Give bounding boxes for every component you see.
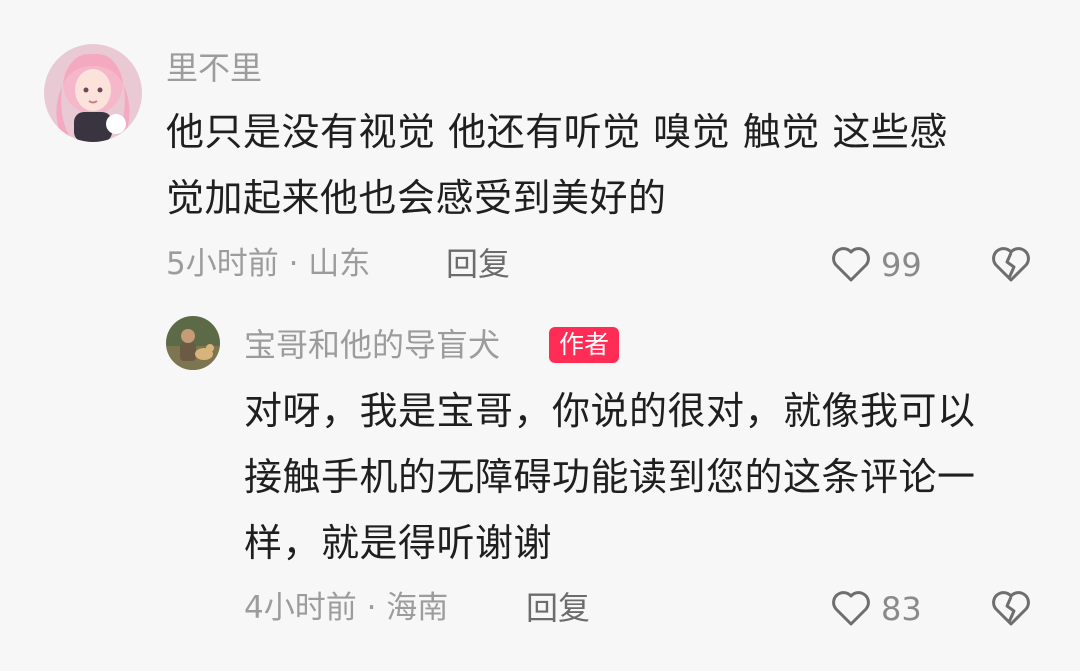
- like-count: 83: [881, 590, 922, 628]
- comment-text-line: 觉加起来他也会感受到美好的: [166, 176, 667, 220]
- comment-text: 他只是没有视觉 他还有听觉 嗅觉 触觉 这些感 觉加起来他也会感受到美好的: [166, 99, 1046, 231]
- author-avatar[interactable]: [166, 316, 220, 370]
- user-avatar[interactable]: [44, 44, 142, 142]
- author-badge: 作者: [549, 327, 620, 363]
- author-username[interactable]: 宝哥和他的导盲犬: [244, 325, 500, 365]
- reply-text-line: 样，就是得听谢谢: [244, 521, 553, 565]
- reply-text-line: 对呀，我是宝哥，你说的很对，就像我可以: [244, 389, 976, 433]
- comment-timestamp-location: 5小时前 · 山东: [166, 246, 371, 282]
- heart-icon[interactable]: [829, 586, 873, 630]
- broken-heart-icon[interactable]: [989, 242, 1033, 286]
- heart-icon[interactable]: [829, 242, 873, 286]
- comment-thread: 里不里 他只是没有视觉 他还有听觉 嗅觉 触觉 这些感 觉加起来他也会感受到美好…: [0, 0, 1080, 671]
- reply-button[interactable]: 回复: [446, 244, 510, 284]
- reply-button[interactable]: 回复: [526, 588, 590, 628]
- like-count: 99: [881, 246, 922, 284]
- reply-text: 对呀，我是宝哥，你说的很对，就像我可以 接触手机的无障碍功能读到您的这条评论一 …: [244, 378, 1044, 576]
- reply-text-line: 接触手机的无障碍功能读到您的这条评论一: [244, 455, 976, 499]
- reply-timestamp-location: 4小时前 · 海南: [244, 590, 449, 626]
- username[interactable]: 里不里: [166, 48, 262, 88]
- broken-heart-icon[interactable]: [989, 586, 1033, 630]
- comment-text-line: 他只是没有视觉 他还有听觉 嗅觉 触觉 这些感: [166, 110, 948, 154]
